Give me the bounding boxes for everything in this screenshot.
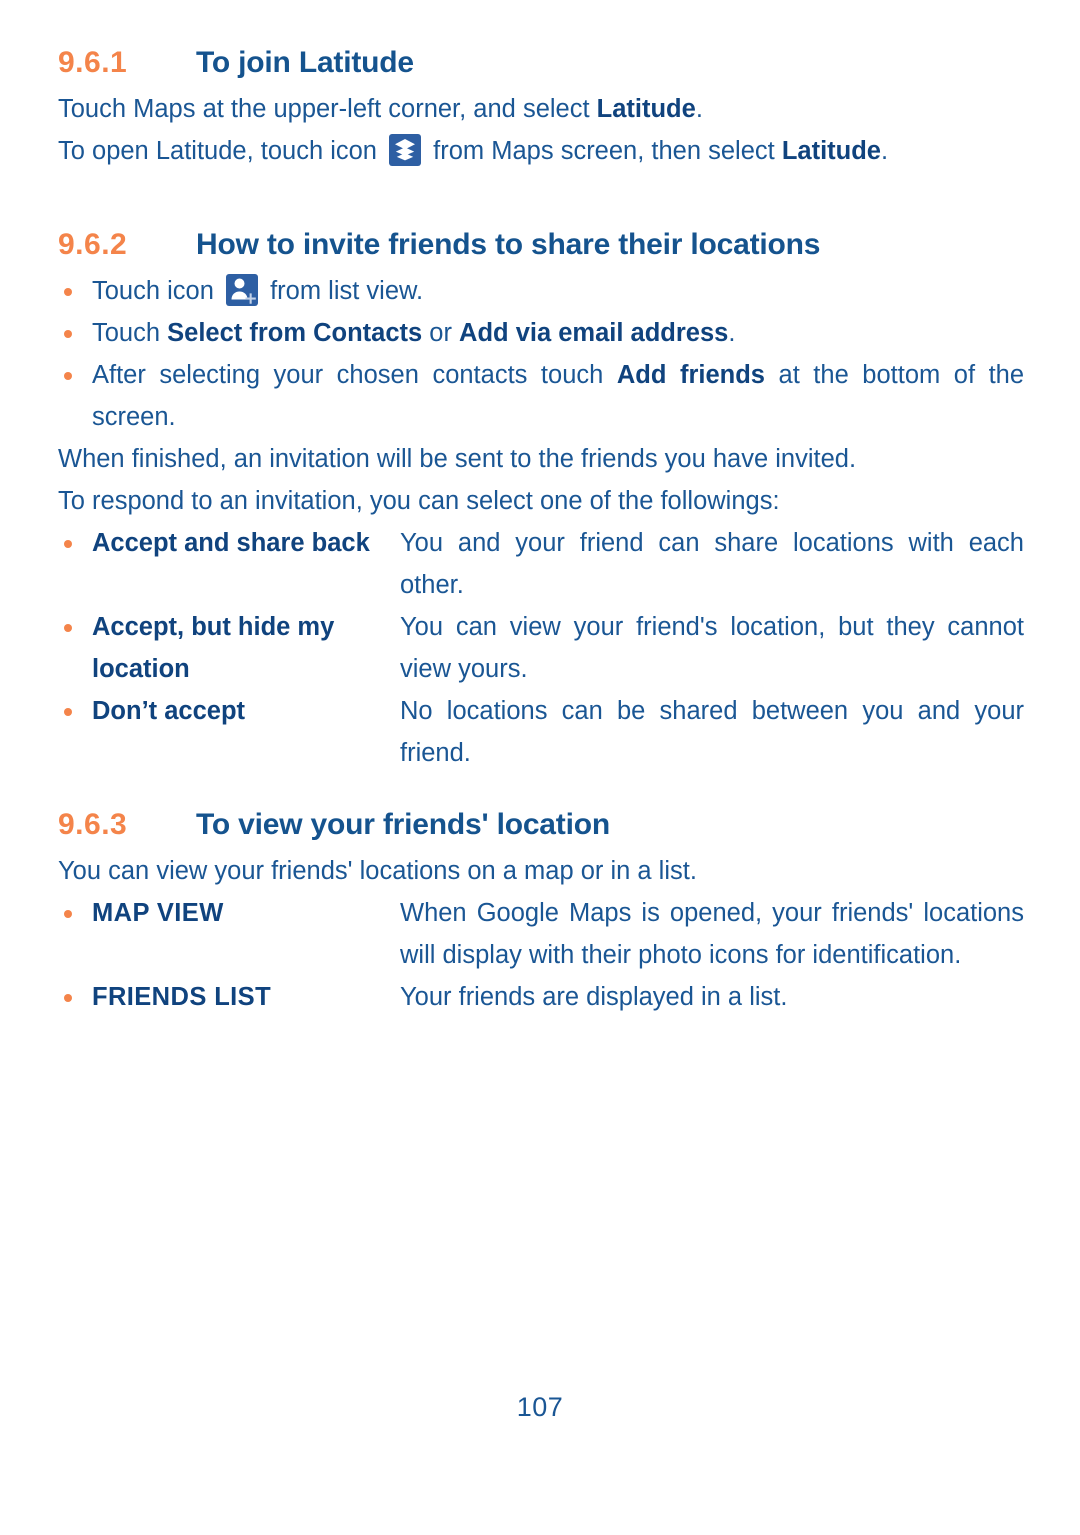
add-person-icon (226, 274, 258, 306)
definition-row: Accept and share back You and your frien… (58, 522, 1024, 606)
definition-row: Accept, but hide my location You can vie… (58, 606, 1024, 690)
section-heading-962: 9.6.2 How to invite friends to share the… (58, 228, 1024, 262)
bold-add-via-email-address: Add via email address (459, 319, 729, 347)
definition-description: You can view your friend's location, but… (400, 613, 1024, 683)
text-run: . (695, 95, 703, 123)
paragraph-touch-maps: Touch Maps at the upper-left corner, and… (58, 88, 1024, 130)
definition-row: MAP VIEW When Google Maps is opened, you… (58, 892, 1024, 976)
section-title: How to invite friends to share their loc… (196, 228, 821, 261)
invite-steps-list: Touch icon from list view. Touch Select … (58, 270, 1024, 438)
text-run: or (422, 319, 460, 347)
text-run: Touch (92, 319, 168, 347)
bold-select-from-contacts: Select from Contacts (167, 319, 423, 347)
section-title: To join Latitude (196, 46, 414, 79)
text-run: . (880, 137, 889, 165)
bold-add-friends: Add friends (616, 361, 765, 389)
definition-row: Don’t accept No locations can be shared … (58, 690, 1024, 774)
view-modes-list: MAP VIEW When Google Maps is opened, you… (58, 892, 1024, 1018)
bold-latitude: Latitude (781, 137, 881, 165)
text-run: . (728, 319, 736, 347)
paragraph-respond-invitation: To respond to an invitation, you can sel… (58, 487, 780, 515)
text-run: After selecting your chosen contacts tou… (92, 361, 617, 389)
definition-description: You and your friend can share locations … (400, 529, 1024, 599)
list-item: Touch icon from list view. (58, 270, 1024, 312)
definition-row: FRIENDS LIST Your friends are displayed … (58, 976, 1024, 1018)
page-number: 107 (516, 1392, 564, 1422)
paragraph-view-friends-locations: You can view your friends' locations on … (58, 857, 697, 885)
bold-latitude: Latitude (596, 95, 696, 123)
text-run: from Maps screen, then select (426, 137, 782, 165)
paragraph-open-latitude: To open Latitude, touch icon from Maps s… (58, 130, 1024, 172)
text-run: from list view. (263, 277, 424, 305)
list-item: After selecting your chosen contacts tou… (58, 354, 1024, 438)
section-heading-963: 9.6.3 To view your friends' location (58, 808, 1024, 842)
section-number: 9.6.1 (58, 46, 128, 79)
list-item: Touch Select from Contacts or Add via em… (58, 312, 1024, 354)
definition-term: Don’t accept (92, 697, 246, 725)
definition-term: Accept and share back (92, 529, 370, 557)
definition-description: No locations can be shared between you a… (400, 697, 1024, 767)
text-run: Touch icon (92, 277, 221, 305)
definition-term: MAP VIEW (92, 899, 224, 927)
definition-description: Your friends are displayed in a list. (400, 983, 788, 1011)
section-heading-961: 9.6.1 To join Latitude (58, 46, 1024, 80)
section-number: 9.6.2 (58, 228, 128, 261)
document-page: 9.6.1 To join Latitude Touch Maps at the… (0, 0, 1080, 1535)
text-run: Touch Maps at the upper-left corner, and… (58, 95, 597, 123)
section-number: 9.6.3 (58, 808, 128, 841)
definition-term: FRIENDS LIST (92, 983, 272, 1011)
page-content: 9.6.1 To join Latitude Touch Maps at the… (58, 46, 1024, 1018)
definition-term: Accept, but hide my location (92, 613, 335, 683)
definition-description: When Google Maps is opened, your friends… (400, 899, 1024, 969)
response-options-list: Accept and share back You and your frien… (58, 522, 1024, 774)
layers-icon (389, 134, 422, 166)
paragraph-when-finished: When finished, an invitation will be sen… (58, 445, 857, 473)
section-title: To view your friends' location (196, 808, 610, 841)
text-run: To open Latitude, touch icon (58, 137, 385, 165)
